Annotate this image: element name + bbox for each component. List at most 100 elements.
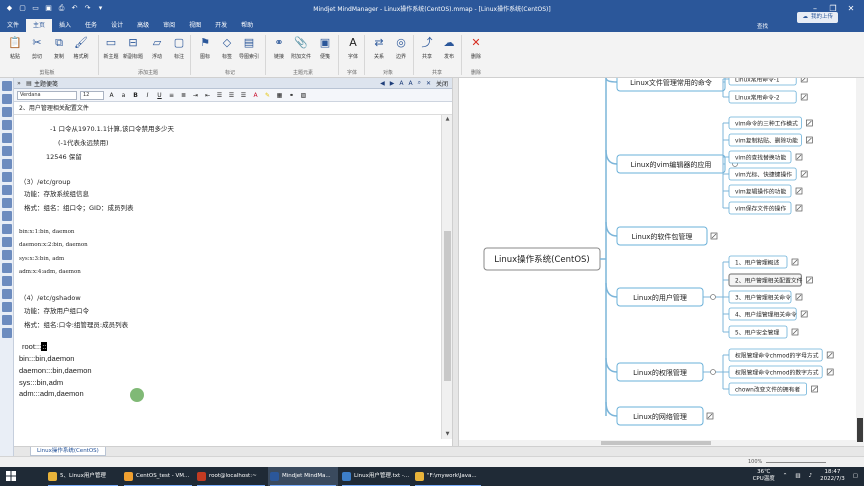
underline-icon[interactable]: U (155, 91, 164, 100)
side-tab-icon[interactable] (2, 328, 12, 338)
side-tab-icon[interactable] (2, 250, 12, 260)
format-painter-button[interactable]: 🖌 格式刷 (70, 35, 92, 60)
table-icon[interactable]: ▦ (275, 91, 284, 100)
italic-icon[interactable]: I (143, 91, 152, 100)
outdent-icon[interactable]: ⇤ (203, 91, 212, 100)
find-button[interactable]: 查找 (757, 22, 768, 30)
taskbar-item[interactable]: 5、Linux用户管理 (46, 467, 120, 486)
tab-design[interactable]: 设计 (104, 19, 130, 32)
customize-toolbar-icon[interactable]: ▾ (96, 4, 105, 13)
side-tab-icon[interactable] (2, 289, 12, 299)
notifications-icon[interactable]: ▢ (853, 473, 858, 479)
collapse-icon[interactable]: » (14, 80, 24, 87)
indent-icon[interactable]: ⇥ (191, 91, 200, 100)
open-folder-icon[interactable]: ▭ (31, 4, 40, 13)
tab-review[interactable]: 审阅 (156, 19, 182, 32)
publish-button[interactable]: ☁ 发布 (438, 35, 460, 60)
scrollbar-thumb[interactable] (444, 231, 451, 381)
forward-arrow-icon[interactable]: ▶ (390, 80, 395, 87)
new-topic-button[interactable]: ▭ 新主题 (100, 35, 122, 60)
side-tab-icon[interactable] (2, 198, 12, 208)
spell-check-icon[interactable]: A (399, 80, 403, 87)
side-tab-icon[interactable] (2, 172, 12, 182)
close-button[interactable]: ✕ (842, 0, 860, 17)
align-left-icon[interactable]: ☰ (215, 91, 224, 100)
numbered-list-icon[interactable]: ≣ (179, 91, 188, 100)
side-tab-icon[interactable] (2, 185, 12, 195)
side-tab-icon[interactable] (2, 146, 12, 156)
tab-file[interactable]: 文件 (0, 19, 26, 32)
close-icon[interactable]: ✕ (426, 80, 431, 87)
side-tab-icon[interactable] (2, 302, 12, 312)
bullet-list-icon[interactable]: ≡ (167, 91, 176, 100)
windows-start-icon[interactable] (6, 471, 16, 481)
tab-help[interactable]: 帮助 (234, 19, 260, 32)
clock[interactable]: 18:47 2022/7/3 (820, 469, 845, 483)
tab-insert[interactable]: 插入 (52, 19, 78, 32)
side-tab-icon[interactable] (2, 276, 12, 286)
icons-button[interactable]: ⚑ 图标 (194, 35, 216, 60)
weather-widget[interactable]: 36℃ CPU温度 (753, 469, 775, 483)
side-tab-icon[interactable] (2, 211, 12, 221)
callout-button[interactable]: ▢ 标注 (168, 35, 190, 60)
font-button[interactable]: A 字体 (342, 35, 364, 60)
taskbar-item[interactable]: Mindjet MindMa... (268, 467, 338, 486)
align-center-icon[interactable]: ☰ (227, 91, 236, 100)
share-button[interactable]: ⤴ 共享 (416, 35, 438, 60)
scrollbar-thumb[interactable] (857, 418, 863, 442)
new-file-icon[interactable]: ▢ (18, 4, 27, 13)
notes-button[interactable]: ▣ 便笺 (314, 35, 336, 60)
relationship-button[interactable]: ⇄ 关系 (368, 35, 390, 60)
align-right-icon[interactable]: ☰ (239, 91, 248, 100)
side-tab-icon[interactable] (2, 107, 12, 117)
redo-icon[interactable]: ↷ (83, 4, 92, 13)
font-name-select[interactable]: Verdana (17, 90, 77, 100)
zoom-slider[interactable] (766, 462, 826, 463)
network-icon[interactable]: ▥ (795, 473, 800, 479)
font-icon[interactable]: A (408, 80, 412, 87)
canvas-vertical-scrollbar[interactable] (856, 78, 864, 456)
close-notes-button[interactable]: 关闭 (436, 79, 448, 88)
taskbar-item[interactable]: "F:\mywork\Java... (413, 467, 483, 486)
shrink-font-icon[interactable]: a (119, 91, 128, 100)
side-tab-icon[interactable] (2, 120, 12, 130)
undo-icon[interactable]: ↶ (70, 4, 79, 13)
side-tab-icon[interactable] (2, 81, 12, 91)
taskbar-item[interactable]: root@localhost:~ (195, 467, 267, 486)
copy-button[interactable]: ⧉ 复制 (48, 35, 70, 60)
side-tab-icon[interactable] (2, 133, 12, 143)
tags-button[interactable]: ◇ 标签 (216, 35, 238, 60)
delete-button[interactable]: ✕ 删除 (465, 35, 487, 60)
cloud-upload-button[interactable]: ☁ 我的上传 (797, 12, 838, 23)
cut-button[interactable]: ✂ 剪切 (26, 35, 48, 60)
save-icon[interactable]: ▣ (44, 4, 53, 13)
document-tab[interactable]: Linux操作系统(CentOS) (30, 447, 106, 456)
side-tab-icon[interactable] (2, 94, 12, 104)
text-color-icon[interactable]: A (251, 91, 260, 100)
tab-task[interactable]: 任务 (78, 19, 104, 32)
find-icon[interactable]: ⌕ (418, 79, 421, 87)
side-tab-icon[interactable] (2, 237, 12, 247)
side-tab-icon[interactable] (2, 224, 12, 234)
highlight-icon[interactable]: ✎ (263, 91, 272, 100)
link-button[interactable]: ⚭ 链接 (268, 35, 290, 60)
notes-editor[interactable]: -1 口令从1970.1.1计算,该口令禁用多少天 (-1代表永远禁用) 125… (14, 115, 441, 439)
scrollbar-thumb[interactable] (601, 441, 711, 445)
subtopic-button[interactable]: ⊟ 新副标题 (122, 35, 144, 60)
tab-view[interactable]: 视图 (182, 19, 208, 32)
boundary-button[interactable]: ◎ 边界 (390, 35, 412, 60)
grow-font-icon[interactable]: A (107, 91, 116, 100)
collapse-toggle[interactable] (710, 369, 716, 375)
side-tab-icon[interactable] (2, 263, 12, 273)
floating-topic-button[interactable]: ▱ 浮动 (146, 35, 168, 60)
side-tab-icon[interactable] (2, 159, 12, 169)
taskbar-item[interactable]: CentOS_test - VM... (122, 467, 194, 486)
side-tab-icon[interactable] (2, 315, 12, 325)
link-icon[interactable]: ⚭ (287, 91, 296, 100)
tray-arrow-icon[interactable]: ⌃ (783, 473, 788, 479)
tab-developer[interactable]: 开发 (208, 19, 234, 32)
tab-advanced[interactable]: 高级 (130, 19, 156, 32)
bold-icon[interactable]: B (131, 91, 140, 100)
font-size-select[interactable]: 12 (80, 90, 104, 100)
image-icon[interactable]: ▨ (299, 91, 308, 100)
